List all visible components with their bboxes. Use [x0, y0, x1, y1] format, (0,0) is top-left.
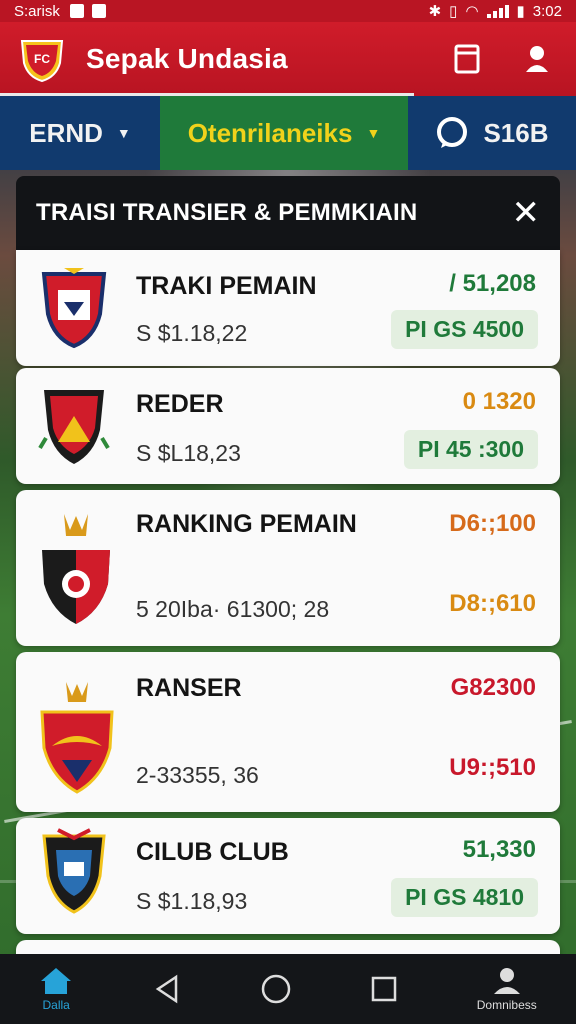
svg-text:FC: FC [34, 52, 50, 66]
nav-home-circle[interactable] [260, 973, 292, 1005]
bookmark-icon[interactable] [454, 44, 480, 74]
chevron-down-icon: ▼ [116, 125, 131, 141]
list-item[interactable]: REDER S $L18,23 0 1320 PI 45 :300 [16, 368, 560, 484]
status-badge: PI GS 4810 [391, 878, 538, 917]
nav-profile[interactable]: Domnibess [477, 966, 537, 1012]
status-badge: PI 45 :300 [403, 430, 538, 469]
tab-ernd[interactable]: ERND ▼ [0, 96, 160, 170]
card-subtitle: S $1.18,93 [136, 888, 248, 914]
tab-s16b[interactable]: S16B [408, 96, 576, 170]
tab-bar: ERND ▼ Otenrilaneiks ▼ S16B [0, 96, 576, 170]
panel-title: TRAISI TRANSIER & PEMMKIAIN [36, 199, 418, 226]
nav-recents[interactable] [370, 975, 398, 1003]
card-title: REDER [136, 390, 224, 418]
card-title: RANSER [136, 674, 242, 702]
card-value: 0 1320 [462, 388, 536, 415]
club-crest-icon [42, 828, 106, 914]
notification-icon [69, 4, 84, 18]
card-title: TRAKI PEMAIN [136, 272, 317, 300]
profile-icon[interactable] [524, 44, 550, 74]
chevron-down-icon: ▼ [366, 125, 381, 141]
club-crest-icon [40, 682, 114, 794]
chat-icon [437, 117, 468, 148]
tab-label: ERND [29, 117, 103, 148]
signal-icon [486, 4, 509, 18]
carrier-label: S:arisk [14, 2, 60, 20]
nav-back[interactable] [152, 974, 182, 1004]
card-subtitle: 2-33355, 36 [136, 762, 259, 788]
nav-profile-label: Domnibess [476, 998, 537, 1012]
close-icon[interactable]: ✕ [512, 196, 541, 230]
card-value-secondary: U9:;510 [449, 754, 536, 781]
card-value: D6:;100 [449, 510, 536, 537]
image-icon [91, 4, 106, 18]
bluetooth-icon: ✱ [428, 3, 442, 20]
status-badge: PI GS 4500 [391, 310, 538, 349]
nav-home-label: Dalla [42, 998, 70, 1012]
card-value: 51,330 [462, 836, 536, 863]
card-subtitle: S $L18,23 [136, 440, 241, 466]
home-icon [41, 968, 72, 994]
card-subtitle: 5 20Iba· 61300; 28 [136, 596, 330, 622]
battery-icon: ▮ [516, 3, 525, 20]
circle-home-icon [261, 974, 291, 1004]
club-logo-icon: FC [20, 40, 64, 83]
app-title: Sepak Undasia [86, 43, 288, 74]
list-item[interactable]: RANKING PEMAIN 5 20Iba· 61300; 28 D6:;10… [16, 490, 560, 646]
back-icon [155, 974, 177, 1004]
list-item[interactable]: CILUB CLUB S $1.18,93 51,330 PI GS 4810 [16, 818, 560, 934]
wifi-icon: ◠ [465, 3, 479, 20]
card-subtitle: S $1.18,22 [136, 320, 248, 346]
recents-icon [372, 976, 397, 1002]
card-title: CILUB CLUB [136, 838, 289, 866]
vibrate-icon: ▯ [449, 3, 458, 20]
tab-label: S16B [483, 117, 549, 148]
card-value: / 51,208 [449, 270, 536, 297]
club-crest-icon [38, 390, 110, 464]
list-item[interactable]: TRAKI PEMAIN S $1.18,22 / 51,208 PI GS 4… [16, 250, 560, 366]
card-value: G82300 [450, 674, 536, 701]
club-crest-icon [42, 514, 110, 624]
card-title: RANKING PEMAIN [136, 510, 357, 538]
status-bar: S:arisk ✱ ▯ ◠ ▮ 3:02 [0, 0, 576, 22]
list-item[interactable]: RANSER 2-33355, 36 G82300 U9:;510 [16, 652, 560, 812]
tab-otenrilaneiks[interactable]: Otenrilaneiks ▼ [160, 96, 408, 170]
clock: 3:02 [532, 2, 562, 20]
tab-label: Otenrilaneiks [187, 117, 353, 148]
profile-icon [493, 968, 520, 994]
app-bar: FC Sepak Undasia [0, 22, 576, 96]
club-crest-icon [41, 268, 107, 349]
nav-home[interactable]: Dalla [39, 966, 73, 1012]
bottom-nav: Dalla Domnibess [0, 954, 576, 1024]
card-value-secondary: D8:;610 [449, 590, 536, 617]
transfer-panel: TRAISI TRANSIER & PEMMKIAIN ✕ TRAKI PEMA… [16, 176, 560, 980]
panel-header: TRAISI TRANSIER & PEMMKIAIN ✕ [16, 176, 560, 250]
